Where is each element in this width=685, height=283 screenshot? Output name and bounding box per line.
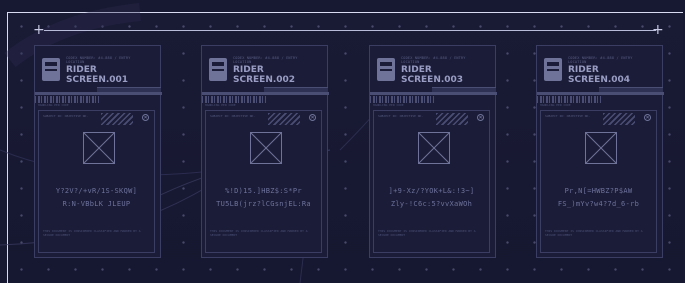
classified-footer: THIS DOCUMENT IS CONSIDERED CLASSIFIED A… (210, 229, 308, 237)
card-title-line2: SCREEN.003 (401, 75, 464, 85)
rider-card-004[interactable]: CODEX NUMBER: #4-888 / ENTRY LOCATION RI… (536, 45, 664, 258)
card-title-line1: RIDER (233, 65, 264, 75)
card-handling-text: HANDLING PER CODE (38, 103, 69, 107)
barcode-icon (202, 96, 266, 103)
cipher-line-1: Pr,N[=HWBZ?P$AW (564, 187, 633, 195)
rider-logo-icon (377, 58, 395, 81)
card-title-line1: RIDER (66, 65, 97, 75)
card-inner-panel: SUBJECT ID: OBJECTIVE NO. × Pr,N[=HWBZ?P… (540, 110, 657, 253)
top-rule (44, 30, 656, 31)
card-inner-panel: SUBJECT ID: OBJECTIVE NO. × ]+9-Xz/?YOK+… (373, 110, 490, 253)
card-title-line2: SCREEN.001 (66, 75, 129, 85)
subject-id-label: SUBJECT ID: OBJECTIVE NO. (210, 114, 256, 118)
image-placeholder-icon (418, 132, 450, 164)
rider-card-003[interactable]: CODEX NUMBER: #4-888 / ENTRY LOCATION RI… (369, 45, 497, 258)
cipher-line-2: Zly-!C6c:5?vvXaWOh (390, 200, 473, 208)
card-title-line1: RIDER (401, 65, 432, 75)
close-icon[interactable]: × (309, 114, 316, 121)
subject-id-label: SUBJECT ID: OBJECTIVE NO. (545, 114, 591, 118)
card-handling-text: HANDLING PER CODE (373, 103, 404, 107)
card-title: RIDER SCREEN.003 (401, 65, 463, 85)
cipher-line-1: %!D)15.]HBZ$:S*Pr (225, 187, 302, 195)
barcode-icon (35, 96, 99, 103)
header-divider (35, 92, 162, 95)
subject-id-label: SUBJECT ID: OBJECTIVE NO. (43, 114, 89, 118)
card-handling-text: HANDLING PER CODE (205, 103, 236, 107)
card-title-line2: SCREEN.002 (233, 75, 296, 85)
card-title: RIDER SCREEN.004 (568, 65, 630, 85)
card-title: RIDER SCREEN.002 (233, 65, 295, 85)
card-codex-text: CODEX NUMBER: #4-888 / ENTRY LOCATION (233, 56, 298, 64)
hatch-pattern (101, 113, 133, 125)
barcode-icon (537, 96, 601, 103)
header-divider (202, 92, 329, 95)
cipher-line-2: R:N-VBbLK JLEUP (62, 200, 131, 208)
cipher-line-1: ]+9-Xz/?YOK+L&:!3~] (388, 187, 475, 195)
classified-footer: THIS DOCUMENT IS CONSIDERED CLASSIFIED A… (545, 229, 643, 237)
card-inner-panel: SUBJECT ID: OBJECTIVE NO. × %!D)15.]HBZ$… (205, 110, 322, 253)
hatch-pattern (436, 113, 468, 125)
image-placeholder-icon (83, 132, 115, 164)
rider-logo-icon (42, 58, 60, 81)
card-codex-text: CODEX NUMBER: #4-888 / ENTRY LOCATION (66, 56, 131, 64)
rider-logo-icon (544, 58, 562, 81)
card-title: RIDER SCREEN.001 (66, 65, 128, 85)
card-codex-text: CODEX NUMBER: #4-888 / ENTRY LOCATION (401, 56, 466, 64)
close-icon[interactable]: × (644, 114, 651, 121)
card-inner-panel: SUBJECT ID: OBJECTIVE NO. × Y?2V?/+vR/1S… (38, 110, 155, 253)
cipher-line-2: FS_)mYv?w4?7d_6-rb (557, 200, 640, 208)
cipher-line-2: TU5LB(jrz?lCGsnjEL:Ra (216, 200, 311, 208)
card-title-line1: RIDER (568, 65, 599, 75)
close-icon[interactable]: × (142, 114, 149, 121)
classified-footer: THIS DOCUMENT IS CONSIDERED CLASSIFIED A… (378, 229, 476, 237)
image-placeholder-icon (250, 132, 282, 164)
header-divider (370, 92, 497, 95)
header-divider (537, 92, 664, 95)
rider-logo-icon (209, 58, 227, 81)
cipher-line-1: Y?2V?/+vR/1S-SKQW] (55, 187, 138, 195)
card-codex-text: CODEX NUMBER: #4-888 / ENTRY LOCATION (568, 56, 633, 64)
rider-card-002[interactable]: CODEX NUMBER: #4-888 / ENTRY LOCATION RI… (201, 45, 329, 258)
hatch-pattern (603, 113, 635, 125)
close-icon[interactable]: × (477, 114, 484, 121)
hatch-pattern (268, 113, 300, 125)
card-handling-text: HANDLING PER CODE (540, 103, 571, 107)
rider-card-001[interactable]: CODEX NUMBER: #4-888 / ENTRY LOCATION RI… (34, 45, 162, 258)
classified-footer: THIS DOCUMENT IS CONSIDERED CLASSIFIED A… (43, 229, 141, 237)
image-placeholder-icon (585, 132, 617, 164)
subject-id-label: SUBJECT ID: OBJECTIVE NO. (378, 114, 424, 118)
card-title-line2: SCREEN.004 (568, 75, 631, 85)
crosshair-left-icon: + (33, 22, 45, 38)
crosshair-right-icon: + (652, 22, 664, 38)
barcode-icon (370, 96, 434, 103)
